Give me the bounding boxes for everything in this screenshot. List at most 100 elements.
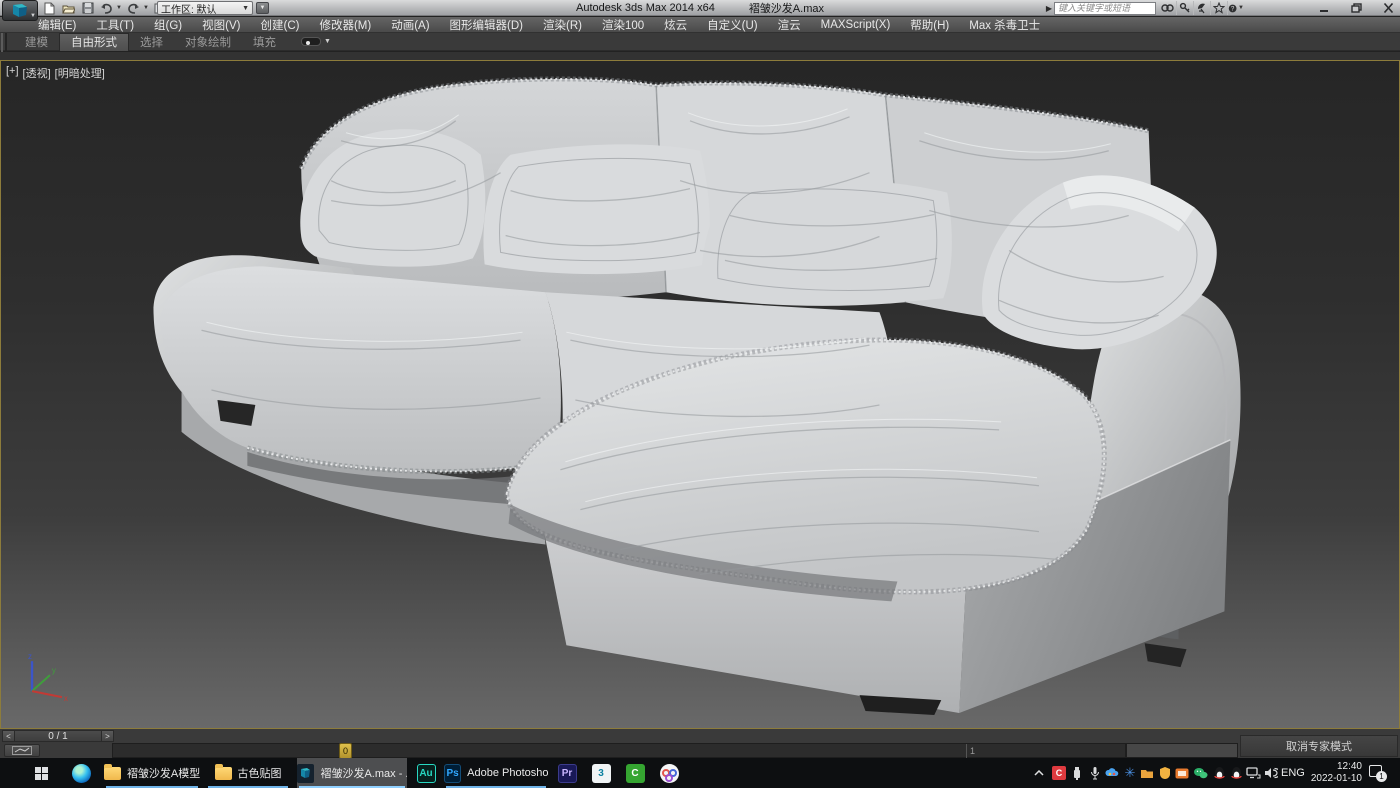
taskbar-item-label: 古色贴图: [238, 765, 282, 781]
menu-group[interactable]: 组(G): [144, 17, 192, 33]
windows-logo-icon: [35, 767, 48, 780]
ribbon-state-icon: [301, 37, 321, 46]
viewport-label: [+] [透视] [明暗处理]: [6, 65, 105, 81]
chevron-down-icon: ▼: [324, 38, 331, 45]
menu-help[interactable]: 帮助(H): [900, 17, 959, 33]
tab-modeling[interactable]: 建模: [14, 33, 59, 51]
window-controls: [1316, 0, 1396, 16]
taskbar: 褶皱沙发A模型 古色贴图 褶皱沙发A.max - ... Au Ps Adobe…: [0, 758, 1400, 788]
close-button[interactable]: [1380, 1, 1396, 15]
tray-microphone-icon[interactable]: [1087, 765, 1103, 781]
tray-screenshot-icon[interactable]: [1174, 765, 1190, 781]
tray-snowflake-icon[interactable]: ✳: [1122, 765, 1138, 781]
3dsmax-icon: [297, 764, 314, 783]
taskbar-item-photoshop[interactable]: Ps Adobe Photosho...: [444, 758, 548, 788]
taskbar-item-render-client[interactable]: [654, 758, 684, 788]
menu-customize[interactable]: 自定义(U): [697, 17, 767, 33]
cancel-expert-mode-button[interactable]: 取消专家模式: [1240, 735, 1398, 757]
svg-text:z: z: [28, 652, 32, 661]
menu-bar: 编辑(E) 工具(T) 组(G) 视图(V) 创建(C) 修改器(M) 动画(A…: [0, 17, 1400, 33]
subscription-key-icon[interactable]: [1176, 1, 1193, 15]
tab-selection[interactable]: 选择: [129, 33, 174, 51]
taskbar-item-premiere[interactable]: Pr: [552, 758, 582, 788]
viewport-menu-general[interactable]: [+]: [6, 65, 19, 81]
tray-shield-icon[interactable]: [1157, 765, 1173, 781]
tray-language-indicator[interactable]: ENG: [1281, 758, 1305, 788]
svg-text:?: ?: [1231, 5, 1235, 12]
infocenter-toggle-icon[interactable]: ▶: [1046, 4, 1052, 13]
menu-xuanyun[interactable]: 炫云: [654, 17, 697, 33]
menu-maxscript[interactable]: MAXScript(X): [811, 17, 901, 33]
camtasia-icon: C: [626, 764, 645, 783]
taskbar-item-camtasia[interactable]: C: [620, 758, 650, 788]
tray-expand-chevron-icon[interactable]: [1031, 765, 1047, 781]
tray-volume-icon[interactable]: [1263, 765, 1279, 781]
help-icon[interactable]: ? ▼: [1227, 1, 1244, 15]
svg-text:x: x: [64, 694, 68, 703]
frame-display: 0 / 1: [15, 730, 101, 742]
restore-button[interactable]: [1348, 1, 1364, 15]
minimize-button[interactable]: [1316, 1, 1332, 15]
infocenter: ▶ ? ▼: [1046, 1, 1244, 15]
mini-curve-editor-button[interactable]: [4, 744, 40, 757]
menu-render100[interactable]: 渲染100: [592, 17, 654, 33]
premiere-icon: Pr: [558, 764, 577, 783]
ribbon-collapsed-strip: [0, 52, 1400, 60]
photoshop-icon: Ps: [444, 764, 461, 783]
favorites-star-icon[interactable]: [1210, 1, 1227, 15]
notification-center-button[interactable]: 1: [1366, 764, 1384, 780]
tray-qq-icon[interactable]: [1211, 765, 1227, 781]
tray-wechat-icon[interactable]: [1192, 765, 1208, 781]
taskbar-item-label: 褶皱沙发A模型: [127, 765, 200, 781]
menu-rendering[interactable]: 渲染(R): [533, 17, 592, 33]
timeline-status-bar: < 0 / 1 > 1 0 取消专家模式: [0, 729, 1400, 758]
search-icon[interactable]: [1159, 1, 1176, 15]
tray-time: 12:40: [1306, 761, 1362, 773]
ribbon-config-button[interactable]: ▼: [301, 37, 331, 46]
svg-text:y: y: [52, 666, 56, 675]
next-frame-button[interactable]: >: [101, 730, 114, 742]
perspective-viewport[interactable]: [+] [透视] [明暗处理]: [0, 60, 1400, 729]
sofa-model[interactable]: z y x: [1, 61, 1399, 728]
taskbar-item-edge[interactable]: [62, 758, 100, 788]
taskbar-item-audition[interactable]: Au: [411, 758, 441, 788]
taskbar-item-3dsmax[interactable]: 褶皱沙发A.max - ...: [297, 758, 407, 788]
application-menu-button[interactable]: ▼: [2, 0, 38, 21]
viewport-menu-pov[interactable]: [透视]: [23, 65, 51, 81]
taskbar-item-folder-textures[interactable]: 古色贴图: [206, 758, 290, 788]
notification-badge: 1: [1376, 771, 1387, 782]
viewport-menu-shading[interactable]: [明暗处理]: [55, 65, 105, 81]
taskbar-item-label: 褶皱沙发A.max - ...: [320, 765, 407, 781]
menu-modifiers[interactable]: 修改器(M): [309, 17, 381, 33]
taskbar-item-folder-model[interactable]: 褶皱沙发A模型: [104, 758, 200, 788]
search-input[interactable]: [1054, 2, 1156, 15]
tray-cloud-icon[interactable]: [1104, 765, 1120, 781]
tray-qq2-icon[interactable]: [1228, 765, 1244, 781]
menu-antivirus[interactable]: Max 杀毒卫士: [959, 17, 1050, 33]
menu-views[interactable]: 视图(V): [192, 17, 250, 33]
tray-network-icon[interactable]: [1245, 765, 1261, 781]
prev-frame-button[interactable]: <: [2, 730, 15, 742]
frame-tick-label: 1: [970, 746, 975, 756]
menu-xuancloud[interactable]: 渲云: [768, 17, 811, 33]
tray-folder-icon[interactable]: [1139, 765, 1155, 781]
time-track[interactable]: 1 0: [112, 743, 1126, 758]
menu-animation[interactable]: 动画(A): [381, 17, 439, 33]
menu-create[interactable]: 创建(C): [250, 17, 309, 33]
communication-center-icon[interactable]: [1193, 1, 1210, 15]
tab-object-paint[interactable]: 对象绘制: [174, 33, 242, 51]
frame-spinner: < 0 / 1 >: [2, 730, 114, 742]
document-title: 褶皱沙发A.max: [749, 0, 824, 16]
menu-graph-editors[interactable]: 图形编辑器(D): [440, 17, 533, 33]
tray-clock[interactable]: 12:40 2022-01-10: [1306, 761, 1362, 785]
tab-populate[interactable]: 填充: [242, 33, 287, 51]
tab-freeform[interactable]: 自由形式: [59, 33, 129, 51]
time-slider[interactable]: 0: [339, 743, 352, 759]
menu-tools[interactable]: 工具(T): [86, 17, 144, 33]
taskbar-item-3dsmax-app[interactable]: 3: [586, 758, 616, 788]
tray-usb-icon[interactable]: [1069, 765, 1085, 781]
tray-xuanyun-icon[interactable]: C: [1051, 765, 1067, 781]
desktop: ▼ ▼ ▼ 工作区: 默认 ▼ ▼: [0, 0, 1400, 788]
start-button[interactable]: [22, 758, 60, 788]
axis-gizmo: z y x: [28, 652, 68, 703]
